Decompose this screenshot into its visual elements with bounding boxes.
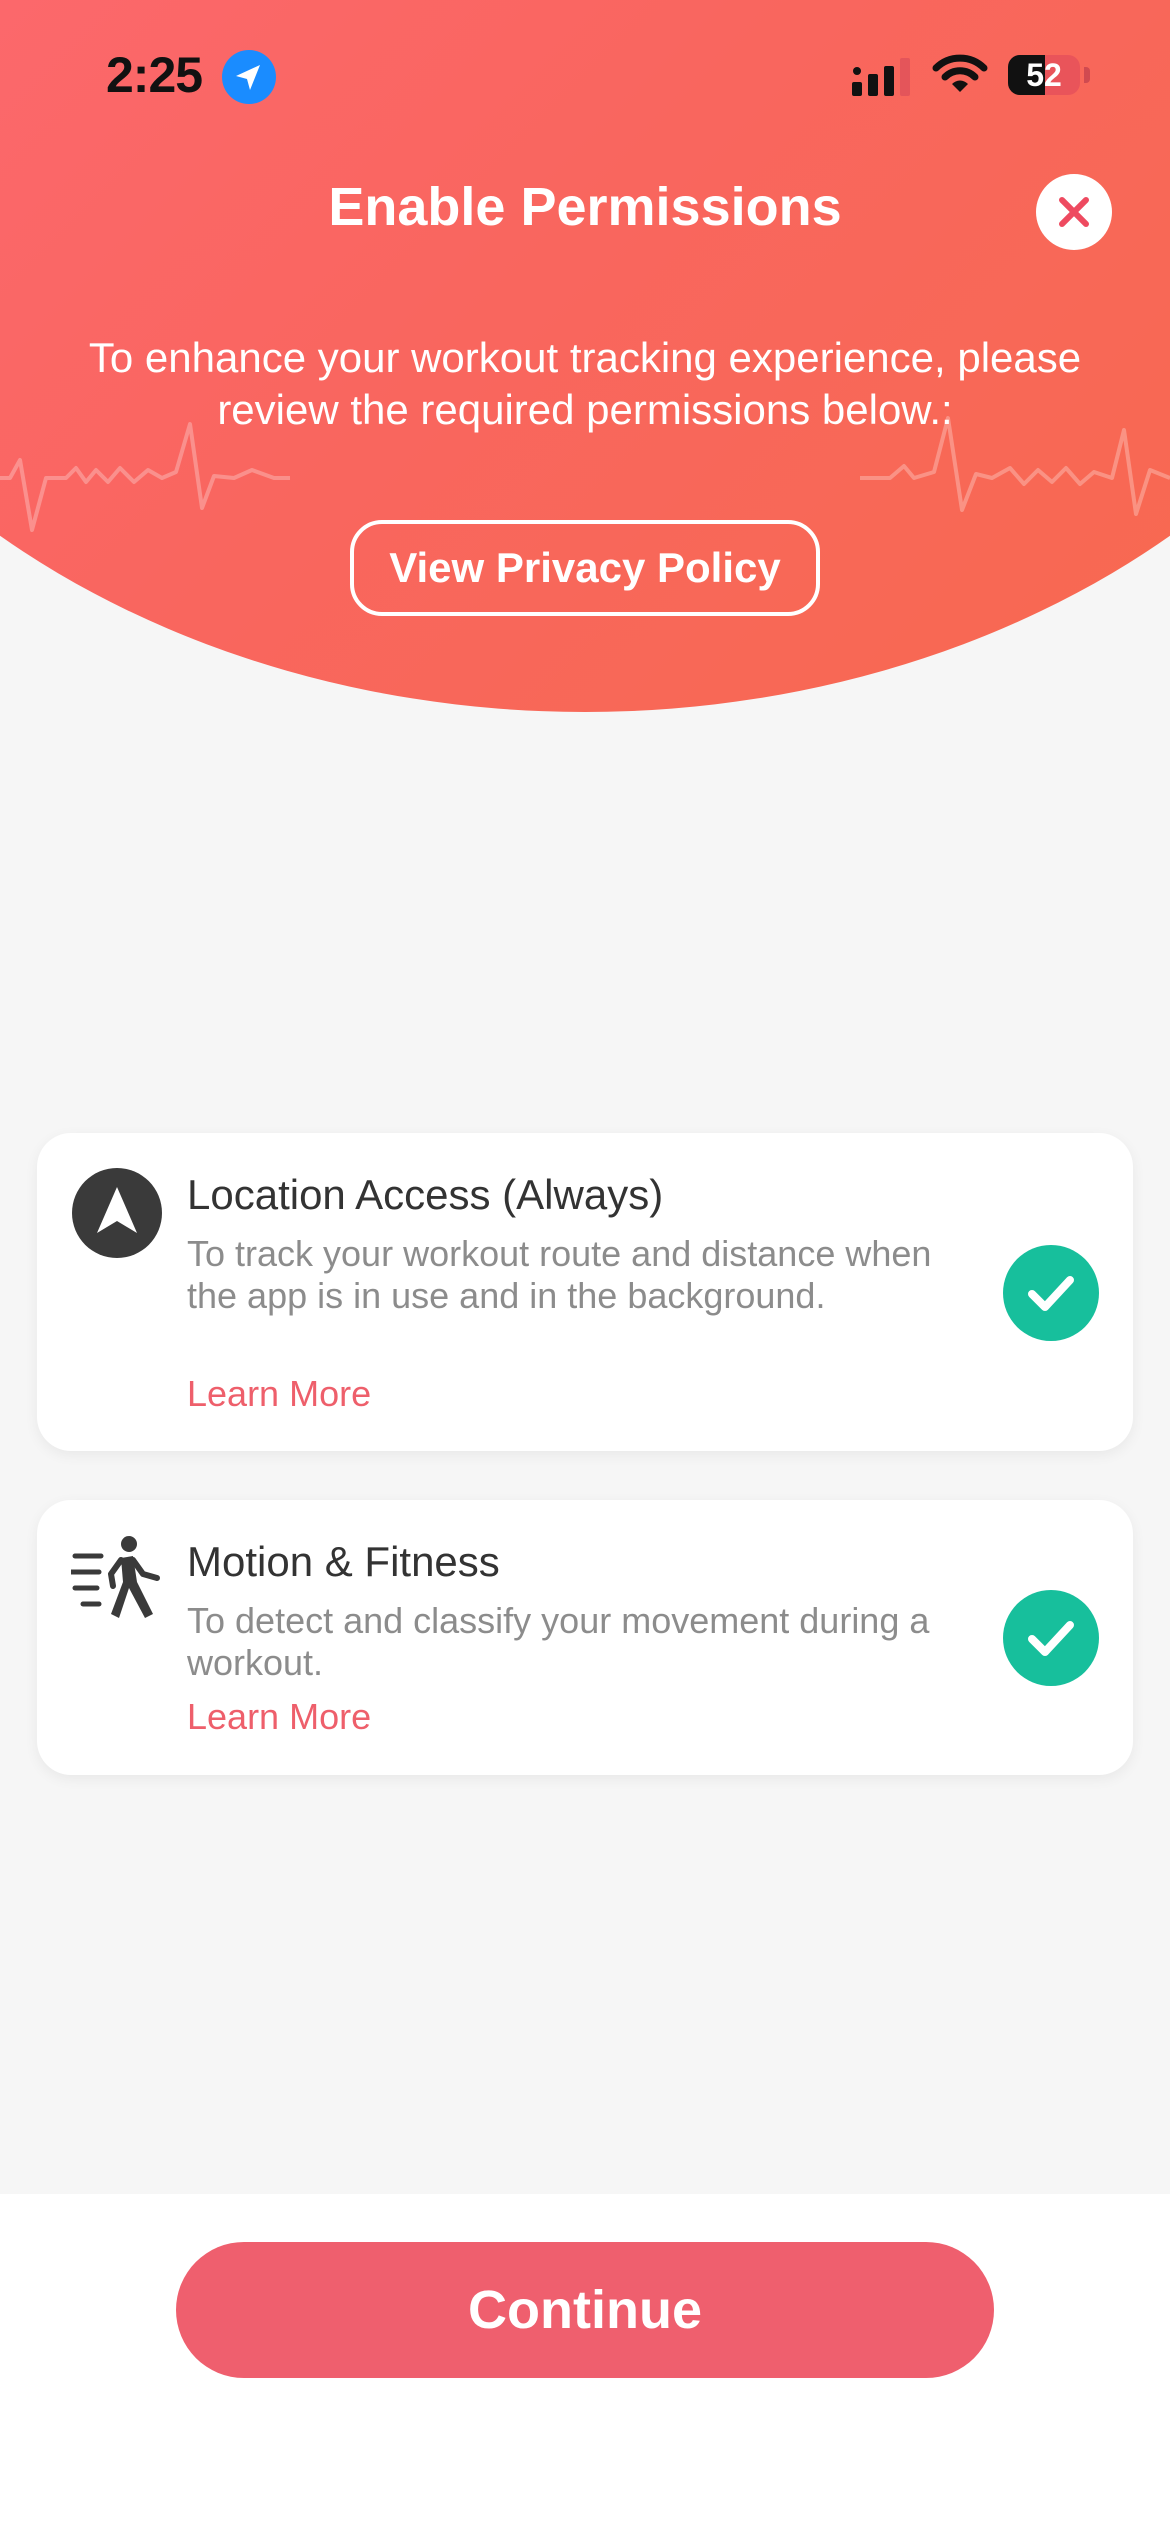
granted-check-icon <box>1003 1590 1099 1686</box>
running-person-icon <box>71 1536 160 1618</box>
page-subtitle: To enhance your workout tracking experie… <box>88 334 1082 433</box>
permission-description: To track your workout route and distance… <box>187 1233 932 1316</box>
cellular-signal-icon <box>852 58 910 96</box>
bottom-bar: Continue <box>0 2194 1170 2532</box>
learn-more-link[interactable]: Learn More <box>187 1373 371 1415</box>
view-privacy-policy-button[interactable]: View Privacy Policy <box>350 520 820 616</box>
granted-check-icon <box>1003 1245 1099 1341</box>
battery-cap <box>1084 67 1090 83</box>
permission-description: To detect and classify your movement dur… <box>187 1600 930 1683</box>
learn-more-link[interactable]: Learn More <box>187 1696 371 1738</box>
wifi-icon <box>932 54 988 92</box>
status-time: 2:25 <box>106 47 203 103</box>
close-button[interactable] <box>1036 174 1112 250</box>
location-arrow-icon <box>222 50 276 104</box>
permission-title: Motion & Fitness <box>187 1538 500 1585</box>
continue-button[interactable]: Continue <box>176 2242 994 2378</box>
navigation-arrow-icon <box>72 1168 162 1258</box>
header: 2:25 52 Enable Permissions To enhance yo… <box>0 0 1170 720</box>
page-title: Enable Permissions <box>328 177 842 237</box>
permission-title: Location Access (Always) <box>187 1171 664 1218</box>
battery-level: 52 <box>1026 57 1062 93</box>
battery-icon: 52 <box>1008 55 1080 95</box>
status-bar: 2:25 52 <box>0 0 1170 150</box>
close-icon <box>1059 197 1089 227</box>
permission-card-location[interactable]: Location Access (Always) To track your w… <box>37 1133 1133 1451</box>
permission-card-motion[interactable]: Motion & Fitness To detect and classify … <box>37 1500 1133 1775</box>
